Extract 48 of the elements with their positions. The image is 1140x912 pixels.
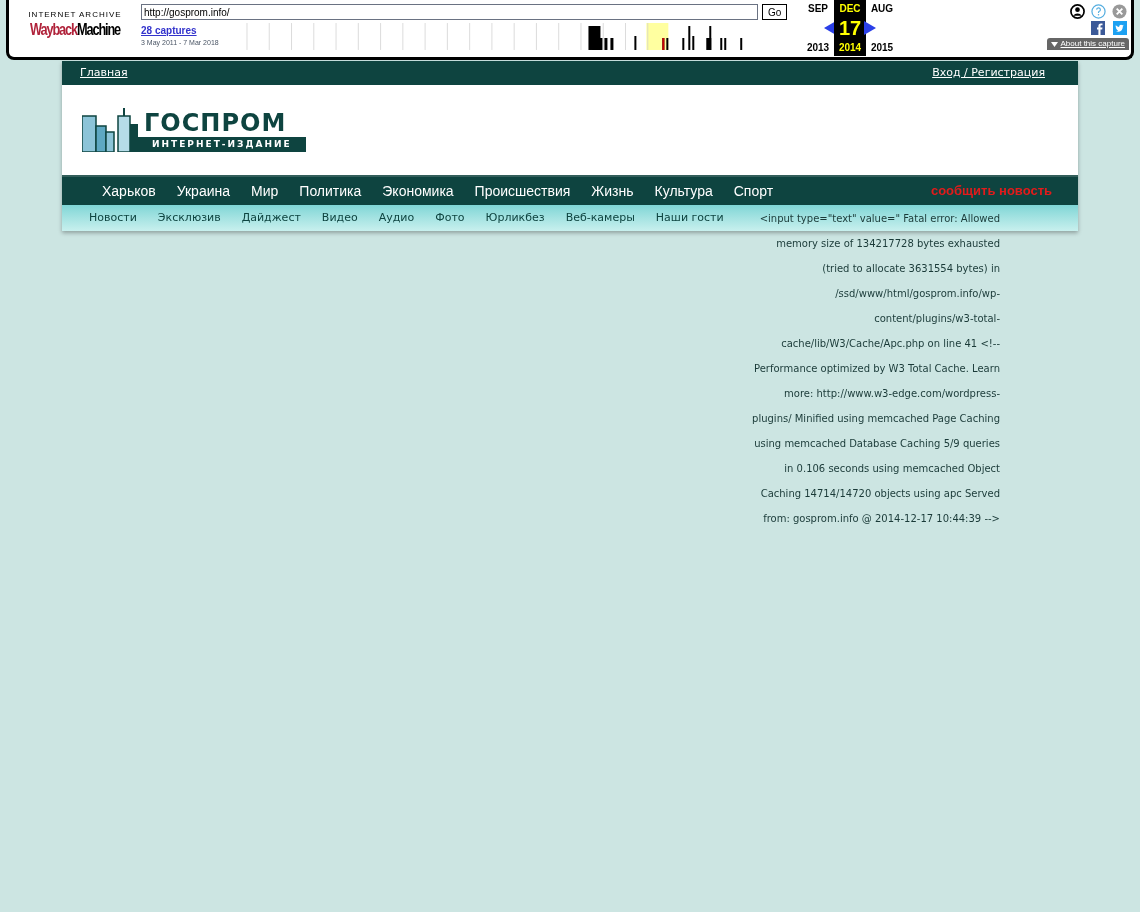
subnav-link[interactable]: Видео xyxy=(321,209,358,227)
logo-caption: INTERNET ARCHIVE xyxy=(28,9,122,21)
nav-link[interactable]: Экономика xyxy=(371,180,465,202)
nav-link[interactable]: Политика xyxy=(288,180,373,202)
logo-tagline: ИНТЕРНЕТ-ИЗДАНИЕ xyxy=(138,136,306,152)
subnav-link[interactable]: Фото xyxy=(435,209,465,227)
nav-link[interactable]: Мир xyxy=(240,180,290,202)
go-button[interactable]: Go xyxy=(762,4,788,20)
nav-link[interactable]: Происшествия xyxy=(463,180,582,202)
year-label: 2014 xyxy=(838,41,862,55)
month-label: DEC xyxy=(839,2,861,16)
logo-name: ГОСПРОМ xyxy=(143,110,288,135)
subnav-link[interactable]: Юрликбез xyxy=(485,209,545,227)
subnav-link[interactable]: Наши гости xyxy=(655,209,724,227)
month-label: SEP xyxy=(808,2,828,16)
home-link[interactable]: Главная xyxy=(80,64,128,82)
month-label: AUG xyxy=(870,2,894,16)
login-link[interactable]: Вход / Регистрация xyxy=(932,64,1045,82)
year-label: 2013 xyxy=(806,41,830,55)
subnav-link[interactable]: Новости xyxy=(89,209,137,227)
next-arrow-icon[interactable] xyxy=(864,21,876,35)
calendar-month[interactable]: DEC 17 2014 xyxy=(834,0,866,56)
logo-word: Machine xyxy=(76,21,121,38)
subnav-link[interactable]: Дайджест xyxy=(241,209,301,227)
twitter-icon[interactable] xyxy=(1113,21,1127,35)
nav-link[interactable]: Жизнь xyxy=(580,180,645,202)
about-capture-button[interactable]: About this capture xyxy=(1046,38,1129,50)
nav-link[interactable]: Культура xyxy=(643,180,724,202)
calendar-month[interactable]: AUG 2015 xyxy=(866,0,898,56)
subnav-link[interactable]: Эксклюзив xyxy=(157,209,221,227)
nav-link[interactable]: Харьков xyxy=(91,180,167,202)
site-logo[interactable]: ГОСПРОМ ИНТЕРНЕТ-ИЗДАНИЕ xyxy=(82,108,306,152)
nav-link[interactable]: Спорт xyxy=(722,180,785,202)
buildings-icon xyxy=(82,108,138,152)
url-field[interactable]: http://gosprom.info/ xyxy=(141,4,758,20)
caret-icon xyxy=(1050,41,1058,47)
logo-word: Wayback xyxy=(29,21,77,38)
year-label: 2015 xyxy=(870,41,894,55)
error-message: <input type="text" value=" Fatal error: Allowed memory size of 134217728 bytes exhausted (tried to allocate 3631554 bytes) in /ssd/www/html/gosprom.info/wp-content/plugins/w3-total-cache/lib/W3/Cache/Apc.php on line 41 <!-- Performance optimized by W3 Total Cache. Learn more: http://www.w3-edge.com/wordpress-plugins/ Minified using memcached Page Caching using memcached Database Caching 5/9 queries in 0.106 seconds using memcached Object Caching 14714/14720 objects using apc Served from: gosprom.info @ 2014-12-17 10:44:39 --> xyxy=(751,212,1000,526)
user-icon[interactable] xyxy=(1070,4,1085,19)
subnav-link[interactable]: Веб-камеры xyxy=(565,209,635,227)
subnav-link[interactable]: Аудио xyxy=(378,209,415,227)
nav-link[interactable]: Украина xyxy=(165,180,242,202)
day-label: 17 xyxy=(838,18,862,38)
facebook-icon[interactable] xyxy=(1091,21,1105,35)
wayback-logo[interactable]: WaybackMachine xyxy=(29,21,121,38)
captures-link[interactable]: 28 captures xyxy=(141,23,237,38)
close-icon[interactable] xyxy=(1112,4,1127,19)
